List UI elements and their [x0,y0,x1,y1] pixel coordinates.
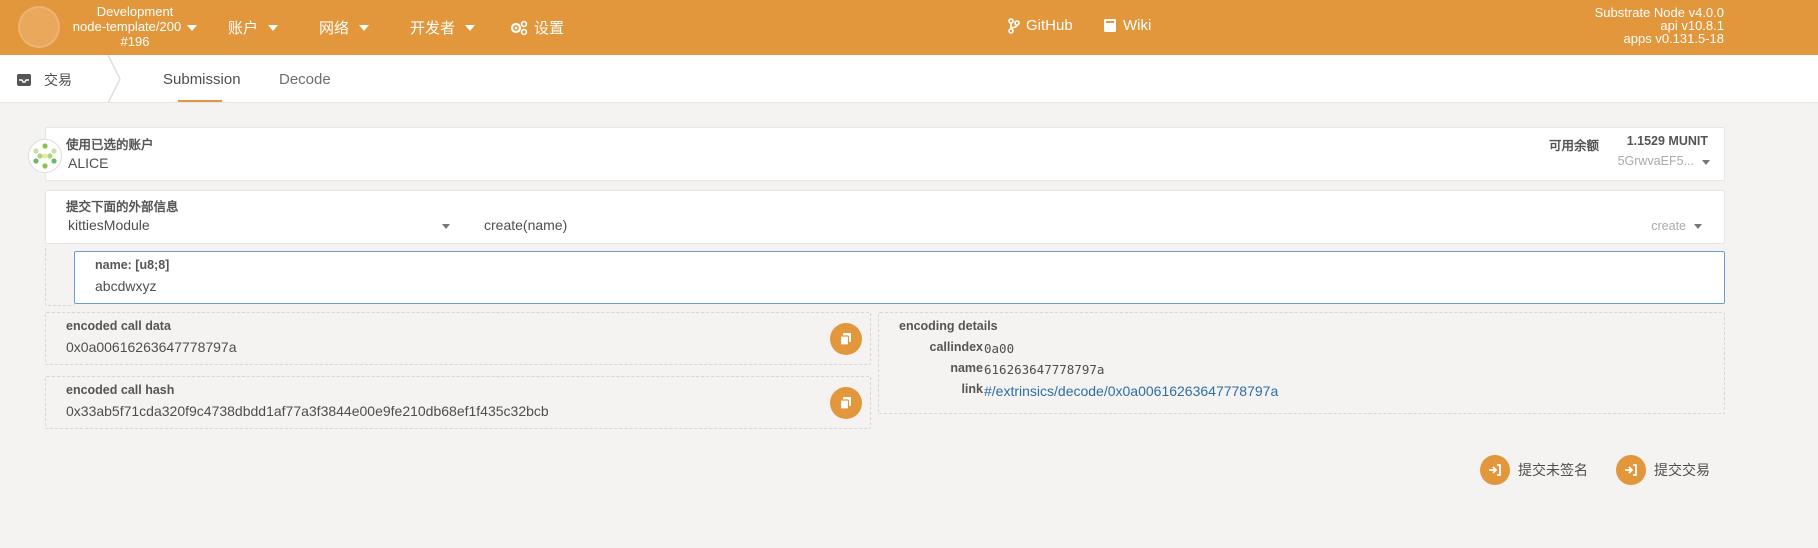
param-label: name: [u8;8] [95,258,170,272]
identicon-icon [30,141,60,171]
encoded-hash-value: 0x33ab5f71cda320f9c4738dbdd1af77a3f3844e… [66,403,549,419]
active-tab-indicator [178,100,222,102]
encoded-call-data: encoded call data 0x0a00616263647778797a [45,312,871,365]
copy-call-hash-button[interactable] [830,387,862,419]
copy-icon [839,333,851,346]
submit-unsigned-button[interactable]: 提交未签名 [1480,455,1588,485]
apps-version: apps v0.131.5-18 [1623,31,1724,46]
copy-icon [839,397,851,410]
menu-network[interactable]: 网络 [319,17,370,38]
chevron-down-icon [442,224,450,229]
link-github-label: GitHub [1026,17,1073,34]
submit-unsigned-label: 提交未签名 [1518,462,1588,478]
version-info: Substrate Node v4.0.0 api v10.8.1 apps v… [1595,6,1724,45]
method-select[interactable]: create(name) create [482,215,1716,239]
menu-network-label: 网络 [319,20,350,37]
copy-call-data-button[interactable] [830,323,862,355]
menu-developer-label: 开发者 [410,20,456,37]
param-indent [45,246,75,306]
breadcrumb-divider [108,55,121,103]
account-selector[interactable]: 使用已选的账户 ALICE 可用余额 1.1529 MUNIT 5GrwvaEF… [45,127,1725,181]
link-wiki[interactable]: Wiki [1103,17,1151,34]
method-value: create(name) [484,217,568,233]
menu-developer[interactable]: 开发者 [410,17,476,38]
detail-key-name: name [950,361,983,375]
encoding-details: encoding details callindex 0a00 name 616… [878,312,1725,414]
tab-decode[interactable]: Decode [279,71,331,88]
decode-link[interactable]: #/extrinsics/decode/0x0a0061626364777879… [984,383,1278,399]
top-bar: Development node-template/200 #196 账户 网络… [0,0,1818,55]
method-short: create [1651,219,1686,233]
code-branch-icon [1008,17,1020,34]
section-extrinsics[interactable]: 交易 [16,70,72,90]
tab-submission[interactable]: Submission [163,71,241,88]
sub-navigation: 交易 Submission Decode [0,55,1818,103]
link-github[interactable]: GitHub [1008,17,1073,34]
chevron-down-icon [1702,160,1710,165]
chain-caret-icon [187,24,198,31]
param-value[interactable]: abcdwxyz [95,278,156,294]
balance-value: 1.1529 MUNIT [1627,134,1708,148]
detail-key-link: link [961,382,983,396]
chain-selector[interactable]: Development node-template/200 #196 [70,4,200,49]
chain-logo[interactable] [18,6,60,48]
balance-int: 1. [1626,134,1638,148]
section-label: 交易 [44,72,72,88]
encoded-call-label: encoded call data [66,319,171,333]
param-name-field[interactable]: name: [u8;8] abcdwxyz [74,251,1725,304]
encoded-call-hash: encoded call hash 0x33ab5f71cda320f9c473… [45,376,871,429]
caret-down-icon [465,24,476,31]
caret-down-icon [268,24,279,31]
menu-settings[interactable]: 设置 [510,17,564,38]
account-avatar [28,139,62,173]
account-name: ALICE [68,155,109,171]
extrinsic-label: 提交下面的外部信息 [66,200,179,214]
menu-settings-label: 设置 [534,20,565,37]
balance-frac: 1529 MUNIT [1637,134,1708,148]
chain-name: Development [96,4,174,19]
detail-value-name: 616263647778797a [984,362,1105,377]
balance-label: 可用余额 [1549,139,1600,153]
detail-value-callindex: 0a00 [984,341,1015,356]
link-wiki-label: Wiki [1123,17,1152,34]
submit-transaction-button[interactable]: 提交交易 [1616,455,1710,485]
book-icon [1104,19,1116,32]
module-value: kittiesModule [68,217,150,233]
sign-in-icon [1616,455,1646,485]
detail-key-callindex: callindex [929,340,984,354]
chain-block: #196 [120,34,150,49]
chain-runtime: node-template/200 [72,19,182,34]
menu-accounts[interactable]: 账户 [228,17,279,38]
account-label: 使用已选的账户 [66,138,154,152]
account-address: 5GrwvaEF5... [1617,154,1694,168]
menu-accounts-label: 账户 [228,20,259,37]
extrinsic-selector: 提交下面的外部信息 kittiesModule create(name) cre… [45,190,1725,244]
sign-in-icon [1480,455,1510,485]
chevron-down-icon [1694,224,1702,229]
encoded-hash-label: encoded call hash [66,383,175,397]
encoded-call-value: 0x0a00616263647778797a [66,339,237,355]
gears-icon [510,20,528,35]
submit-transaction-label: 提交交易 [1654,462,1710,478]
caret-down-icon [359,24,370,31]
module-select[interactable]: kittiesModule [66,215,456,239]
encoding-details-label: encoding details [899,319,998,333]
inbox-icon [17,74,31,86]
